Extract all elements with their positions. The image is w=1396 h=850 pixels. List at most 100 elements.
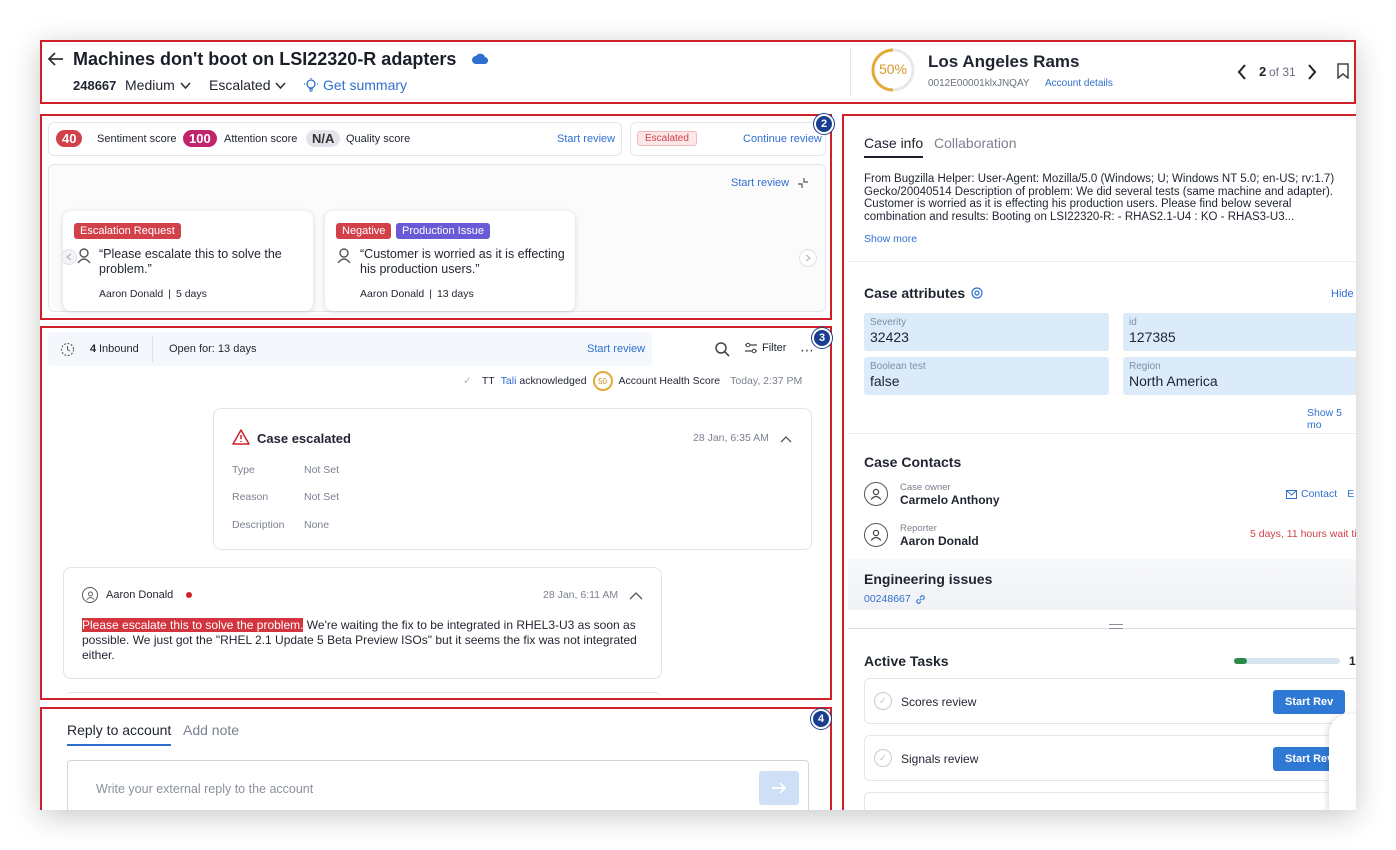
filter-button[interactable]: Filter <box>744 342 786 354</box>
escalation-reason-label: Reason <box>232 491 269 503</box>
chevron-down-icon <box>180 81 191 89</box>
acknowledgement-row: ✓ TT Tali acknowledged 50 Account Health… <box>463 371 802 391</box>
ack-score-ring: 50 <box>592 371 613 391</box>
signal-tag-negative: Negative <box>336 223 392 239</box>
contact-label: Contact <box>1301 488 1338 500</box>
task-check-icon[interactable]: ✓ <box>874 692 892 710</box>
clock-icon <box>61 343 74 356</box>
engineering-issue-link[interactable]: 00248667 <box>864 593 926 605</box>
status-dropdown[interactable]: Escalated <box>209 77 287 93</box>
engineering-issue-id: 00248667 <box>864 593 911 605</box>
link-icon <box>915 594 925 604</box>
unread-dot <box>186 592 192 598</box>
attribute-boolean-test[interactable]: Boolean test false <box>864 357 1109 395</box>
region-marker-4: 4 <box>811 709 831 729</box>
back-arrow-icon[interactable] <box>47 52 64 69</box>
signal-age: 13 days <box>436 288 474 300</box>
reply-placeholder: Write your external reply to the account <box>96 782 314 796</box>
signal-card[interactable]: Escalation Request “Please escalate this… <box>63 211 313 311</box>
escalation-type-value: Not Set <box>304 464 340 476</box>
carousel-next-icon[interactable] <box>799 249 817 267</box>
carousel-prev-icon[interactable] <box>61 249 77 265</box>
priority-dropdown[interactable]: Medium <box>125 77 191 93</box>
reply-input[interactable]: Write your external reply to the account <box>67 760 809 810</box>
right-panel: Case info Collaboration From Bugzilla He… <box>848 118 1356 810</box>
attribute-value: 127385 <box>1129 329 1176 345</box>
pager-total: of 31 <box>1269 65 1296 79</box>
attribute-label: Boolean test <box>870 361 926 372</box>
escalated-chip: Escalated <box>637 131 697 146</box>
timeline-start-review-link[interactable]: Start review <box>587 343 645 355</box>
scores-start-review-link[interactable]: Start review <box>557 133 615 145</box>
tab-reply-to-account[interactable]: Reply to account <box>67 722 172 746</box>
resize-divider[interactable] <box>848 628 1356 629</box>
ack-target: Account Health Score <box>618 375 721 387</box>
task-start-review-button[interactable]: Start Rev <box>1273 690 1346 714</box>
account-name[interactable]: Los Angeles Rams <box>928 52 1079 72</box>
chevron-up-icon[interactable] <box>780 435 792 443</box>
bookmark-icon[interactable] <box>1337 63 1349 82</box>
priority-value: Medium <box>125 77 175 93</box>
hide-attributes-link[interactable]: Hide <box>1331 288 1354 300</box>
escalation-reason-value: Not Set <box>304 491 340 503</box>
signal-quote: “Please escalate this to solve the probl… <box>99 247 282 276</box>
resize-handle-icon[interactable] <box>1109 624 1123 629</box>
get-summary-link[interactable]: Get summary <box>304 77 407 93</box>
tasks-progress-fill <box>1234 658 1247 664</box>
filter-label: Filter <box>762 342 787 354</box>
warning-icon <box>232 429 250 445</box>
attribute-region[interactable]: Region North America <box>1123 357 1356 395</box>
task-row: ✓ Scores review Start Rev <box>864 678 1356 724</box>
reporter-wait-time: 5 days, 11 hours wait tir <box>1250 528 1356 540</box>
tab-case-info[interactable]: Case info <box>864 135 924 158</box>
signals-start-review[interactable]: Start review <box>731 177 809 189</box>
pager-next-icon[interactable] <box>1307 64 1317 83</box>
show-more-link[interactable]: Show more <box>864 233 917 245</box>
tab-add-note[interactable]: Add note <box>183 722 239 738</box>
attention-score-label: Attention score <box>224 133 298 145</box>
signal-tag-escalation: Escalation Request <box>74 223 181 239</box>
sentiment-score-badge: 40 <box>56 130 83 147</box>
arrow-right-icon <box>772 782 787 794</box>
ack-user-link[interactable]: Tali <box>501 375 517 387</box>
more-options-icon[interactable]: ⋯ <box>800 342 815 359</box>
sentiment-score-label: Sentiment score <box>97 133 177 145</box>
signal-age: 5 days <box>175 288 207 300</box>
show-more-attributes-link[interactable]: Show 5 mo <box>1307 407 1356 431</box>
region-marker-3: 3 <box>812 328 832 348</box>
contact-extra: E <box>1347 488 1355 500</box>
case-number: 248667 <box>73 78 117 93</box>
escalation-review-bar: Escalated Continue review <box>630 122 826 156</box>
escalation-description-label: Description <box>232 519 285 531</box>
attribute-id[interactable]: id 127385 <box>1123 313 1356 351</box>
timeline-search-icon[interactable] <box>715 342 730 360</box>
task-check-icon[interactable]: ✓ <box>874 749 892 767</box>
ack-time: Today, 2:37 PM <box>730 375 803 387</box>
health-percent: 50% <box>878 61 908 77</box>
case-description: From Bugzilla Helper: User-Agent: Mozill… <box>864 173 1335 223</box>
tab-collaboration[interactable]: Collaboration <box>934 135 1017 151</box>
account-details-link[interactable]: Account details <box>1045 78 1113 89</box>
signals-start-review-label: Start review <box>731 177 790 189</box>
signal-meta: Aaron Donald | 5 days <box>99 288 207 300</box>
task-name: Signals review <box>901 752 979 766</box>
region-marker-2: 2 <box>814 114 834 134</box>
contact-button[interactable]: Contact E <box>1286 488 1354 500</box>
message-card: Aaron Donald 28 Jan, 6:11 AM Please esca… <box>63 567 662 679</box>
send-button[interactable] <box>759 771 799 805</box>
continue-review-link[interactable]: Continue review <box>743 133 822 145</box>
person-icon <box>337 248 351 264</box>
settings-icon[interactable] <box>971 287 983 299</box>
pager-prev-icon[interactable] <box>1237 64 1247 83</box>
task-name: Scores review <box>901 695 977 709</box>
lightbulb-icon <box>304 77 318 92</box>
get-summary-label: Get summary <box>323 77 408 93</box>
chevron-up-icon[interactable] <box>629 591 643 600</box>
task-row-partial <box>864 792 1356 810</box>
engineering-section: Engineering issues 00248667 <box>848 559 1356 610</box>
signal-card[interactable]: Negative Production Issue “Customer is w… <box>325 211 575 311</box>
inbound-label: Inbound <box>99 343 139 355</box>
signal-meta: Aaron Donald | 13 days <box>360 288 474 300</box>
attributes-title: Case attributes <box>864 285 983 301</box>
attribute-severity[interactable]: Severity 32423 <box>864 313 1109 351</box>
